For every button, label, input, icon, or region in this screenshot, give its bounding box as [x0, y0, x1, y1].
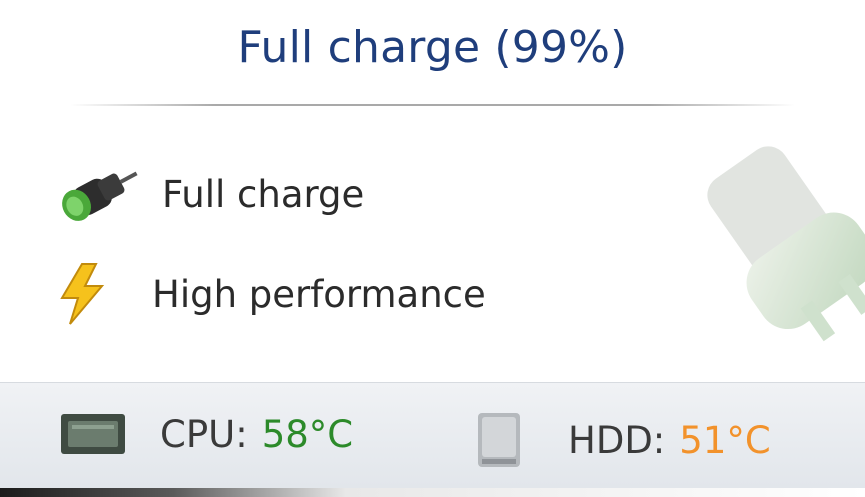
cpu-temperature: CPU: 58°C [60, 411, 353, 457]
plan-high-performance[interactable]: High performance [52, 262, 486, 326]
plan-label: High performance [152, 272, 486, 316]
page-title: Full charge (99%) [237, 22, 628, 73]
lightning-icon [60, 263, 105, 325]
taskbar-edge [0, 488, 865, 497]
plug-watermark-icon [707, 146, 865, 342]
cpu-value: 58°C [261, 412, 354, 456]
hdd-value: 51°C [679, 418, 771, 462]
hard-drive-icon [478, 413, 520, 467]
cpu-label: CPU: [160, 412, 248, 456]
battery-popup: Full charge (99%) Full charge High perfo… [0, 0, 865, 497]
battery-plug-icon [62, 171, 138, 221]
plan-label: Full charge [162, 172, 365, 216]
cpu-chip-icon [61, 414, 125, 454]
status-bar: CPU: 58°C HDD: 51°C [0, 382, 865, 488]
plan-full-charge[interactable]: Full charge [52, 160, 364, 228]
divider [70, 104, 795, 106]
hdd-temperature: HDD: 51°C [476, 411, 771, 469]
hdd-label: HDD: [568, 418, 666, 462]
